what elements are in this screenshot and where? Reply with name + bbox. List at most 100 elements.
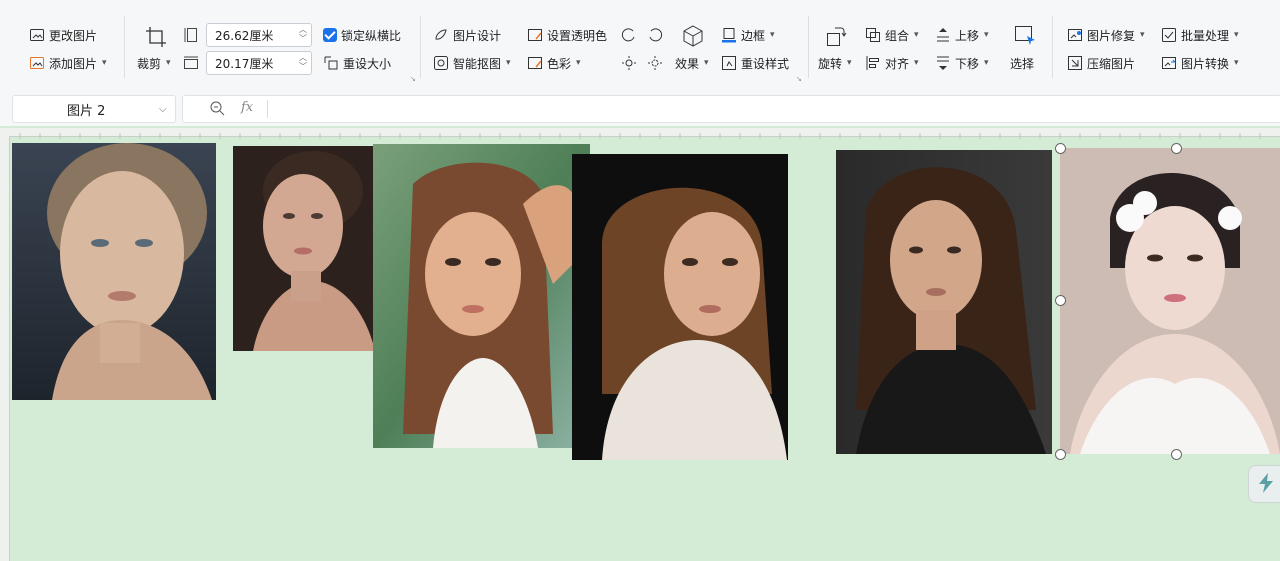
set-transparent-button[interactable]: 设置透明色 [524,24,610,46]
portrait-photo-5[interactable] [836,150,1052,454]
name-box[interactable]: 图片 2 ⌵ [12,95,176,123]
lock-ratio-label: 锁定纵横比 [341,28,402,43]
crop-icon-button[interactable] [142,24,170,50]
border-button[interactable]: 边框 ▾ [718,24,778,46]
smart-cutout-icon [433,55,449,71]
chevron-down-icon: ▾ [914,58,919,68]
batch-process-button[interactable]: 批量处理 ▾ [1158,24,1242,46]
align-icon [865,55,881,71]
add-image-label: 添加图片 [49,56,98,71]
move-down-button[interactable]: 下移 ▾ [932,52,992,74]
divider [420,16,421,78]
change-image-icon [29,27,45,43]
width-icon [183,27,199,43]
image-convert-button[interactable]: 图片转换 ▾ [1158,52,1242,74]
resize-handle-middle-left[interactable] [1055,295,1066,306]
portrait-photo-3[interactable] [373,144,590,448]
chevron-down-icon: ▾ [102,58,107,68]
compress-image-button[interactable]: 压缩图片 [1064,52,1138,74]
ribbon-toolbar: 更改图片 添加图片 ▾ 裁剪 ▾ 26.62厘米 ︿ ﹀ 20.17厘米 ︿ ﹀ 锁… [0,0,1280,89]
align-label: 对齐 [885,56,910,71]
select-icon-button[interactable] [1010,22,1040,50]
width-input[interactable]: 26.62厘米 ︿ ﹀ [206,23,312,47]
portrait-photo-4[interactable] [572,154,788,460]
portrait-6-image [1060,148,1280,454]
chevron-down-icon: ▾ [166,58,171,68]
width-stepper[interactable]: ︿ ﹀ [299,25,307,43]
move-down-icon [935,55,951,71]
height-icon [180,52,202,74]
image-repair-button[interactable]: 图片修复 ▾ [1064,24,1148,46]
reset-style-button[interactable]: 重设样式 [718,52,792,74]
column-header-ruler [0,128,1280,139]
reset-style-label: 重设样式 [741,56,790,71]
align-button[interactable]: 对齐 ▾ [862,52,922,74]
resize-handle-bottom-left[interactable] [1055,449,1066,460]
formula-input[interactable]: fx [182,95,1280,123]
fx-icon[interactable]: fx [241,100,253,115]
zoom-icon[interactable] [209,100,225,119]
group-label: 组合 [885,28,910,43]
image-design-button[interactable]: 图片设计 [430,24,504,46]
reset-size-icon [323,55,339,71]
brightness-button[interactable] [618,52,640,74]
chevron-down-icon: ▾ [704,58,709,68]
add-image-icon [29,55,45,71]
height-input[interactable]: 20.17厘米 ︿ ﹀ [206,51,312,75]
rotate-right-button[interactable] [644,24,666,46]
cube-icon [681,24,705,48]
ruler-ticks [19,133,1261,139]
reset-size-button[interactable]: 重设大小 [320,52,394,74]
chevron-down-icon: ▾ [770,30,775,40]
name-box-value: 图片 2 [67,103,106,119]
effect-button[interactable]: 效果 ▾ [672,52,712,74]
rotate-button[interactable]: 旋转 ▾ [815,52,855,74]
add-image-button[interactable]: 添加图片 ▾ [26,52,110,74]
portrait-photo-1[interactable] [12,143,216,400]
select-icon [1013,24,1037,48]
contrast-button[interactable] [644,52,666,74]
rotate-left-icon [621,27,637,43]
crop-button[interactable]: 裁剪 ▾ [134,52,174,74]
divider [808,16,809,78]
select-button[interactable]: 选择 [1007,52,1037,74]
image-convert-label: 图片转换 [1181,56,1230,71]
group-button[interactable]: 组合 ▾ [862,24,922,46]
effect-label: 效果 [675,56,700,71]
brightness-icon [621,55,637,71]
divider [267,100,268,118]
resize-handle-top-center[interactable] [1171,143,1182,154]
image-convert-icon [1161,55,1177,71]
chevron-down-icon: ▾ [576,58,581,68]
select-label: 选择 [1010,56,1035,71]
move-up-button[interactable]: 上移 ▾ [932,24,992,46]
resize-handle-bottom-center[interactable] [1171,449,1182,460]
image-design-icon [433,27,449,43]
move-down-label: 下移 [955,56,980,71]
chevron-down-icon[interactable]: ⌵ [159,104,167,115]
chevron-down-icon: ▾ [984,58,989,68]
floating-assistant-button[interactable] [1248,465,1280,503]
color-button[interactable]: 色彩 ▾ [524,52,584,74]
dialog-launcher-icon[interactable]: ↘ [796,75,802,83]
portrait-photo-2[interactable] [233,146,375,351]
portrait-4-image [572,154,788,460]
height-stepper[interactable]: ︿ ﹀ [299,53,307,71]
width-value: 26.62厘米 [215,28,274,43]
move-up-label: 上移 [955,28,980,43]
smart-cutout-button[interactable]: 智能抠图 ▾ [430,52,514,74]
border-icon [721,27,737,43]
portrait-photo-6[interactable] [1060,148,1280,454]
color-icon [527,55,543,71]
rotate-left-button[interactable] [618,24,640,46]
rotate-right-icon [647,27,663,43]
change-image-button[interactable]: 更改图片 [26,24,100,46]
resize-handle-top-left[interactable] [1055,143,1066,154]
chevron-down-icon: ▾ [984,30,989,40]
set-transparent-label: 设置透明色 [547,28,608,43]
rotate-icon-button[interactable] [822,22,850,50]
chevron-down-icon: ▾ [847,58,852,68]
lock-ratio-checkbox[interactable]: 锁定纵横比 [320,24,404,46]
effect-icon-button[interactable] [678,22,708,50]
dialog-launcher-icon[interactable]: ↘ [410,75,416,83]
